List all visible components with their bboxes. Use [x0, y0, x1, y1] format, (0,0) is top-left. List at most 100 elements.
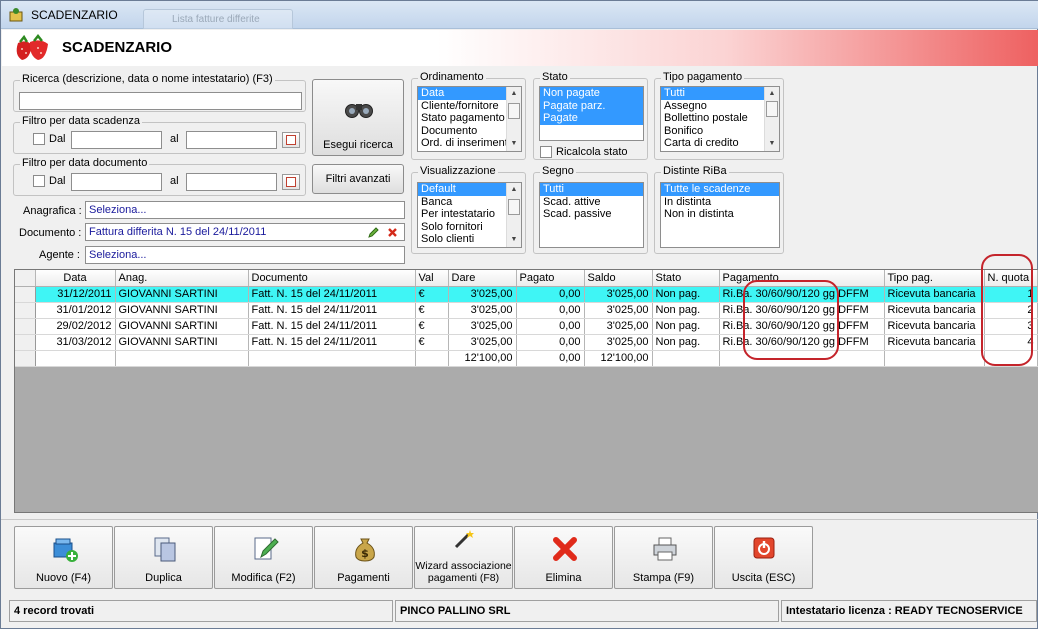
cell-dare[interactable]: 3'025,00 [448, 302, 517, 319]
table-row[interactable]: 29/02/2012 GIOVANNI SARTINI Fatt. N. 15 … [15, 318, 1038, 335]
row-indicator[interactable] [15, 286, 36, 303]
cell-date[interactable]: 31/01/2012 [35, 302, 116, 319]
column-header[interactable]: Tipo pag. [884, 270, 985, 287]
cell-saldo[interactable]: 3'025,00 [584, 318, 653, 335]
row-indicator[interactable] [15, 302, 36, 319]
cell-date[interactable]: 29/02/2012 [35, 318, 116, 335]
ordinamento-list[interactable]: Data Cliente/fornitore Stato pagamento D… [417, 86, 522, 152]
cell-currency[interactable]: € [415, 334, 449, 351]
table-row[interactable]: 31/03/2012 GIOVANNI SARTINI Fatt. N. 15 … [15, 334, 1038, 351]
row-indicator[interactable] [15, 318, 36, 335]
edit-button[interactable]: Modifica (F2) [214, 526, 313, 589]
cell-anag[interactable]: GIOVANNI SARTINI [115, 318, 249, 335]
payment-type-list[interactable]: Tutti Assegno Bollettino postale Bonific… [660, 86, 780, 152]
list-item[interactable]: Scad. attive [540, 196, 643, 209]
list-item[interactable]: Bollettino postale [661, 112, 779, 125]
column-header[interactable]: Data [35, 270, 116, 287]
cell-pagamento[interactable]: Ri.Ba. 30/60/90/120 gg DFFM [719, 334, 885, 351]
cell-date[interactable]: 31/03/2012 [35, 334, 116, 351]
cell-pagamento[interactable]: Ri.Ba. 30/60/90/120 gg DFFM [719, 318, 885, 335]
cell-anag[interactable]: GIOVANNI SARTINI [115, 334, 249, 351]
list-item[interactable]: Assegno [661, 100, 779, 113]
list-item[interactable]: Tutte le scadenze [661, 183, 779, 196]
cell-stato[interactable]: Non pag. [652, 334, 720, 351]
column-header[interactable]: Saldo [584, 270, 653, 287]
calendar-icon[interactable] [282, 174, 300, 190]
doc-date-filter-checkbox[interactable] [33, 175, 45, 187]
cell-dare[interactable]: 3'025,00 [448, 286, 517, 303]
list-item[interactable]: Tutti [661, 87, 779, 100]
cell-tipo-pag[interactable]: Ricevuta bancaria [884, 318, 985, 335]
table-row[interactable]: 31/12/2011 GIOVANNI SARTINI Fatt. N. 15 … [15, 286, 1038, 303]
cell-stato[interactable]: Non pag. [652, 302, 720, 319]
cell-dare[interactable]: 3'025,00 [448, 318, 517, 335]
search-button[interactable]: Esegui ricerca [312, 79, 404, 156]
list-item[interactable]: Non pagate [540, 87, 643, 100]
cell-quota[interactable]: 2 [984, 302, 1038, 319]
cell-document[interactable]: Fatt. N. 15 del 24/11/2011 [248, 302, 416, 319]
advanced-filters-button[interactable]: Filtri avanzati [312, 164, 404, 194]
search-input[interactable] [19, 92, 302, 110]
cell-quota[interactable]: 4 [984, 334, 1038, 351]
cell-pagato[interactable]: 0,00 [516, 286, 585, 303]
recalc-state-checkbox[interactable] [540, 146, 552, 158]
cell-currency[interactable]: € [415, 286, 449, 303]
column-header[interactable]: Pagato [516, 270, 585, 287]
delete-button[interactable]: Elimina [514, 526, 613, 589]
new-button[interactable]: Nuovo (F4) [14, 526, 113, 589]
column-header[interactable]: Dare [448, 270, 517, 287]
stato-list[interactable]: Non pagate Pagate parz. Pagate [539, 86, 644, 141]
anagrafica-field[interactable]: Seleziona... [85, 201, 405, 219]
cell-dare[interactable]: 3'025,00 [448, 334, 517, 351]
cell-currency[interactable]: € [415, 318, 449, 335]
cell-tipo-pag[interactable]: Ricevuta bancaria [884, 302, 985, 319]
column-header[interactable]: Val [415, 270, 449, 287]
due-date-filter-checkbox[interactable] [33, 133, 45, 145]
wizard-button[interactable]: Wizard associazione pagamenti (F8) [414, 526, 513, 589]
pencil-icon[interactable] [367, 226, 380, 239]
cell-pagamento[interactable]: Ri.Ba. 30/60/90/120 gg DFFM [719, 286, 885, 303]
cell-stato[interactable]: Non pag. [652, 286, 720, 303]
riba-list[interactable]: Tutte le scadenze In distinta Non in dis… [660, 182, 780, 248]
cell-anag[interactable]: GIOVANNI SARTINI [115, 286, 249, 303]
print-button[interactable]: Stampa (F9) [614, 526, 713, 589]
list-item[interactable]: Tutti [540, 183, 643, 196]
visualizzazione-list[interactable]: Default Banca Per intestatario Solo forn… [417, 182, 522, 248]
column-header[interactable]: N. quota [984, 270, 1038, 287]
list-item[interactable]: Scad. passive [540, 208, 643, 221]
payments-button[interactable]: $ Pagamenti [314, 526, 413, 589]
cell-pagato[interactable]: 0,00 [516, 302, 585, 319]
cell-tipo-pag[interactable]: Ricevuta bancaria [884, 286, 985, 303]
cell-saldo[interactable]: 3'025,00 [584, 334, 653, 351]
due-date-to-input[interactable] [186, 131, 277, 149]
row-indicator[interactable] [15, 334, 36, 351]
duplicate-button[interactable]: Duplica [114, 526, 213, 589]
calendar-icon[interactable] [282, 132, 300, 148]
cell-document[interactable]: Fatt. N. 15 del 24/11/2011 [248, 286, 416, 303]
doc-date-from-input[interactable] [71, 173, 162, 191]
column-header[interactable]: Anag. [115, 270, 249, 287]
list-item[interactable]: Pagate [540, 112, 643, 125]
doc-date-to-input[interactable] [186, 173, 277, 191]
cell-stato[interactable]: Non pag. [652, 318, 720, 335]
documento-field[interactable]: Fattura differita N. 15 del 24/11/2011 [85, 223, 405, 241]
clear-icon[interactable] [387, 227, 398, 238]
list-item[interactable]: In distinta [661, 196, 779, 209]
table-row[interactable]: 31/01/2012 GIOVANNI SARTINI Fatt. N. 15 … [15, 302, 1038, 319]
column-header[interactable]: Stato [652, 270, 720, 287]
column-header[interactable]: Documento [248, 270, 416, 287]
scrollbar[interactable]: ▲ ▼ [506, 87, 521, 151]
list-item[interactable]: Pagate parz. [540, 99, 643, 112]
cell-anag[interactable]: GIOVANNI SARTINI [115, 302, 249, 319]
agente-field[interactable]: Seleziona... [85, 246, 405, 264]
cell-quota[interactable]: 1 [984, 286, 1038, 303]
scrollbar[interactable]: ▲ ▼ [506, 183, 521, 247]
cell-pagato[interactable]: 0,00 [516, 334, 585, 351]
list-item[interactable]: Carta di credito [661, 137, 779, 150]
list-item[interactable]: Bonifico [661, 125, 779, 138]
cell-date[interactable]: 31/12/2011 [35, 286, 116, 303]
cell-document[interactable]: Fatt. N. 15 del 24/11/2011 [248, 334, 416, 351]
due-date-from-input[interactable] [71, 131, 162, 149]
cell-document[interactable]: Fatt. N. 15 del 24/11/2011 [248, 318, 416, 335]
cell-pagato[interactable]: 0,00 [516, 318, 585, 335]
